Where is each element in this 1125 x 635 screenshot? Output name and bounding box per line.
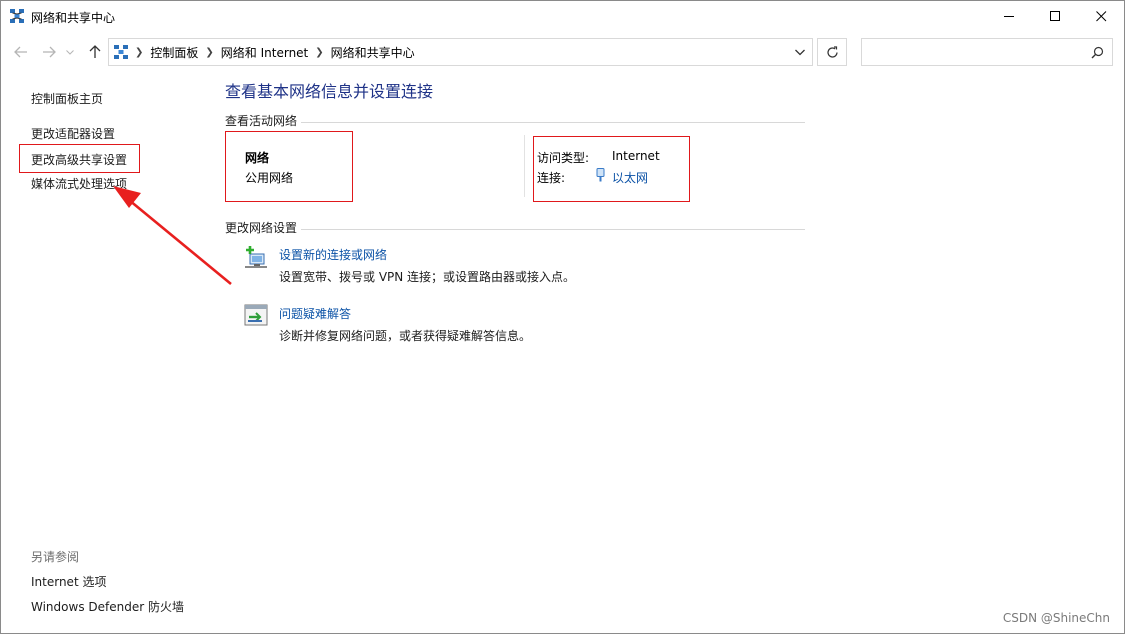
troubleshoot-link[interactable]: 问题疑难解答 bbox=[279, 305, 351, 322]
change-adapter-settings-link[interactable]: 更改适配器设置 bbox=[31, 125, 115, 142]
see-also-title: 另请参阅 bbox=[31, 550, 80, 564]
highlight-box bbox=[533, 136, 690, 202]
troubleshoot-icon bbox=[244, 304, 268, 326]
recent-locations-button[interactable] bbox=[63, 42, 77, 62]
up-button[interactable] bbox=[85, 42, 105, 62]
watermark: CSDN @ShineChn bbox=[1002, 611, 1110, 625]
title-bar: 网络和共享中心 bbox=[1, 1, 1124, 31]
breadcrumb-network-sharing-center[interactable]: 网络和共享中心 bbox=[331, 44, 415, 61]
column-divider bbox=[524, 135, 525, 197]
minimize-button[interactable] bbox=[986, 1, 1032, 31]
window: 网络和共享中心 ❯ 控制面板 ❯ 网络和 Internet ❯ 网络和共享中心 … bbox=[0, 0, 1125, 634]
troubleshoot-desc: 诊断并修复网络问题，或者获得疑难解答信息。 bbox=[279, 329, 532, 343]
maximize-button[interactable] bbox=[1032, 1, 1078, 31]
breadcrumb: ❯ 控制面板 ❯ 网络和 Internet ❯ 网络和共享中心 bbox=[109, 39, 415, 65]
breadcrumb-control-panel[interactable]: 控制面板 bbox=[150, 44, 198, 61]
setup-new-connection-desc: 设置宽带、拨号或 VPN 连接；或设置路由器或接入点。 bbox=[279, 270, 576, 284]
forward-button[interactable] bbox=[39, 42, 59, 62]
highlight-box bbox=[225, 131, 353, 202]
section-divider bbox=[225, 229, 805, 230]
setup-new-connection-link[interactable]: 设置新的连接或网络 bbox=[279, 246, 387, 263]
maximize-icon bbox=[1049, 10, 1060, 21]
refresh-icon bbox=[826, 45, 838, 58]
breadcrumb-separator-icon[interactable]: ❯ bbox=[205, 47, 213, 58]
chevron-down-icon bbox=[66, 49, 74, 55]
window-title: 网络和共享中心 bbox=[31, 11, 116, 25]
back-button[interactable] bbox=[11, 42, 31, 62]
active-networks-label: 查看活动网络 bbox=[225, 112, 302, 129]
control-panel-home-link[interactable]: 控制面板主页 bbox=[31, 90, 103, 107]
windows-defender-firewall-link[interactable]: Windows Defender 防火墙 bbox=[31, 598, 184, 615]
address-bar[interactable]: ❯ 控制面板 ❯ 网络和 Internet ❯ 网络和共享中心 bbox=[108, 38, 813, 66]
search-input[interactable] bbox=[861, 38, 1113, 66]
network-setup-icon bbox=[245, 246, 267, 268]
minimize-icon bbox=[1003, 15, 1014, 17]
change-settings-label: 更改网络设置 bbox=[225, 219, 302, 236]
search-icon bbox=[1091, 46, 1104, 59]
arrow-up-icon bbox=[89, 45, 101, 58]
media-streaming-options-link[interactable]: 媒体流式处理选项 bbox=[31, 175, 127, 192]
breadcrumb-network-internet[interactable]: 网络和 Internet bbox=[221, 44, 308, 61]
breadcrumb-separator-icon: ❯ bbox=[135, 46, 144, 58]
chevron-down-icon[interactable] bbox=[794, 46, 806, 58]
breadcrumb-separator-icon[interactable]: ❯ bbox=[315, 47, 323, 58]
close-button[interactable] bbox=[1078, 1, 1124, 31]
arrow-right-icon bbox=[43, 46, 56, 58]
arrow-left-icon bbox=[14, 46, 27, 58]
refresh-button[interactable] bbox=[817, 38, 847, 66]
annotation-arrow bbox=[113, 186, 232, 286]
network-center-icon bbox=[10, 9, 24, 23]
network-center-icon bbox=[114, 45, 128, 59]
close-icon bbox=[1095, 10, 1106, 21]
page-title: 查看基本网络信息并设置连接 bbox=[225, 82, 434, 101]
section-divider bbox=[225, 122, 805, 123]
highlight-box bbox=[19, 144, 140, 173]
internet-options-link[interactable]: Internet 选项 bbox=[31, 573, 106, 590]
